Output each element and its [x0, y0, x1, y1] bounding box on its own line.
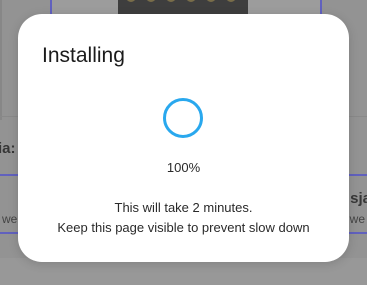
- dialog-title: Installing: [42, 44, 125, 67]
- loading-spinner-icon: [163, 98, 203, 138]
- app-stage: ia: sja we ą we Installing 100% This wil…: [0, 0, 367, 285]
- progress-percent: 100%: [166, 160, 201, 175]
- install-duration-message: This will take 2 minutes.: [114, 200, 253, 215]
- installing-dialog: Installing 100% This will take 2 minutes…: [18, 14, 349, 262]
- keep-visible-message: Keep this page visible to prevent slow d…: [57, 220, 310, 235]
